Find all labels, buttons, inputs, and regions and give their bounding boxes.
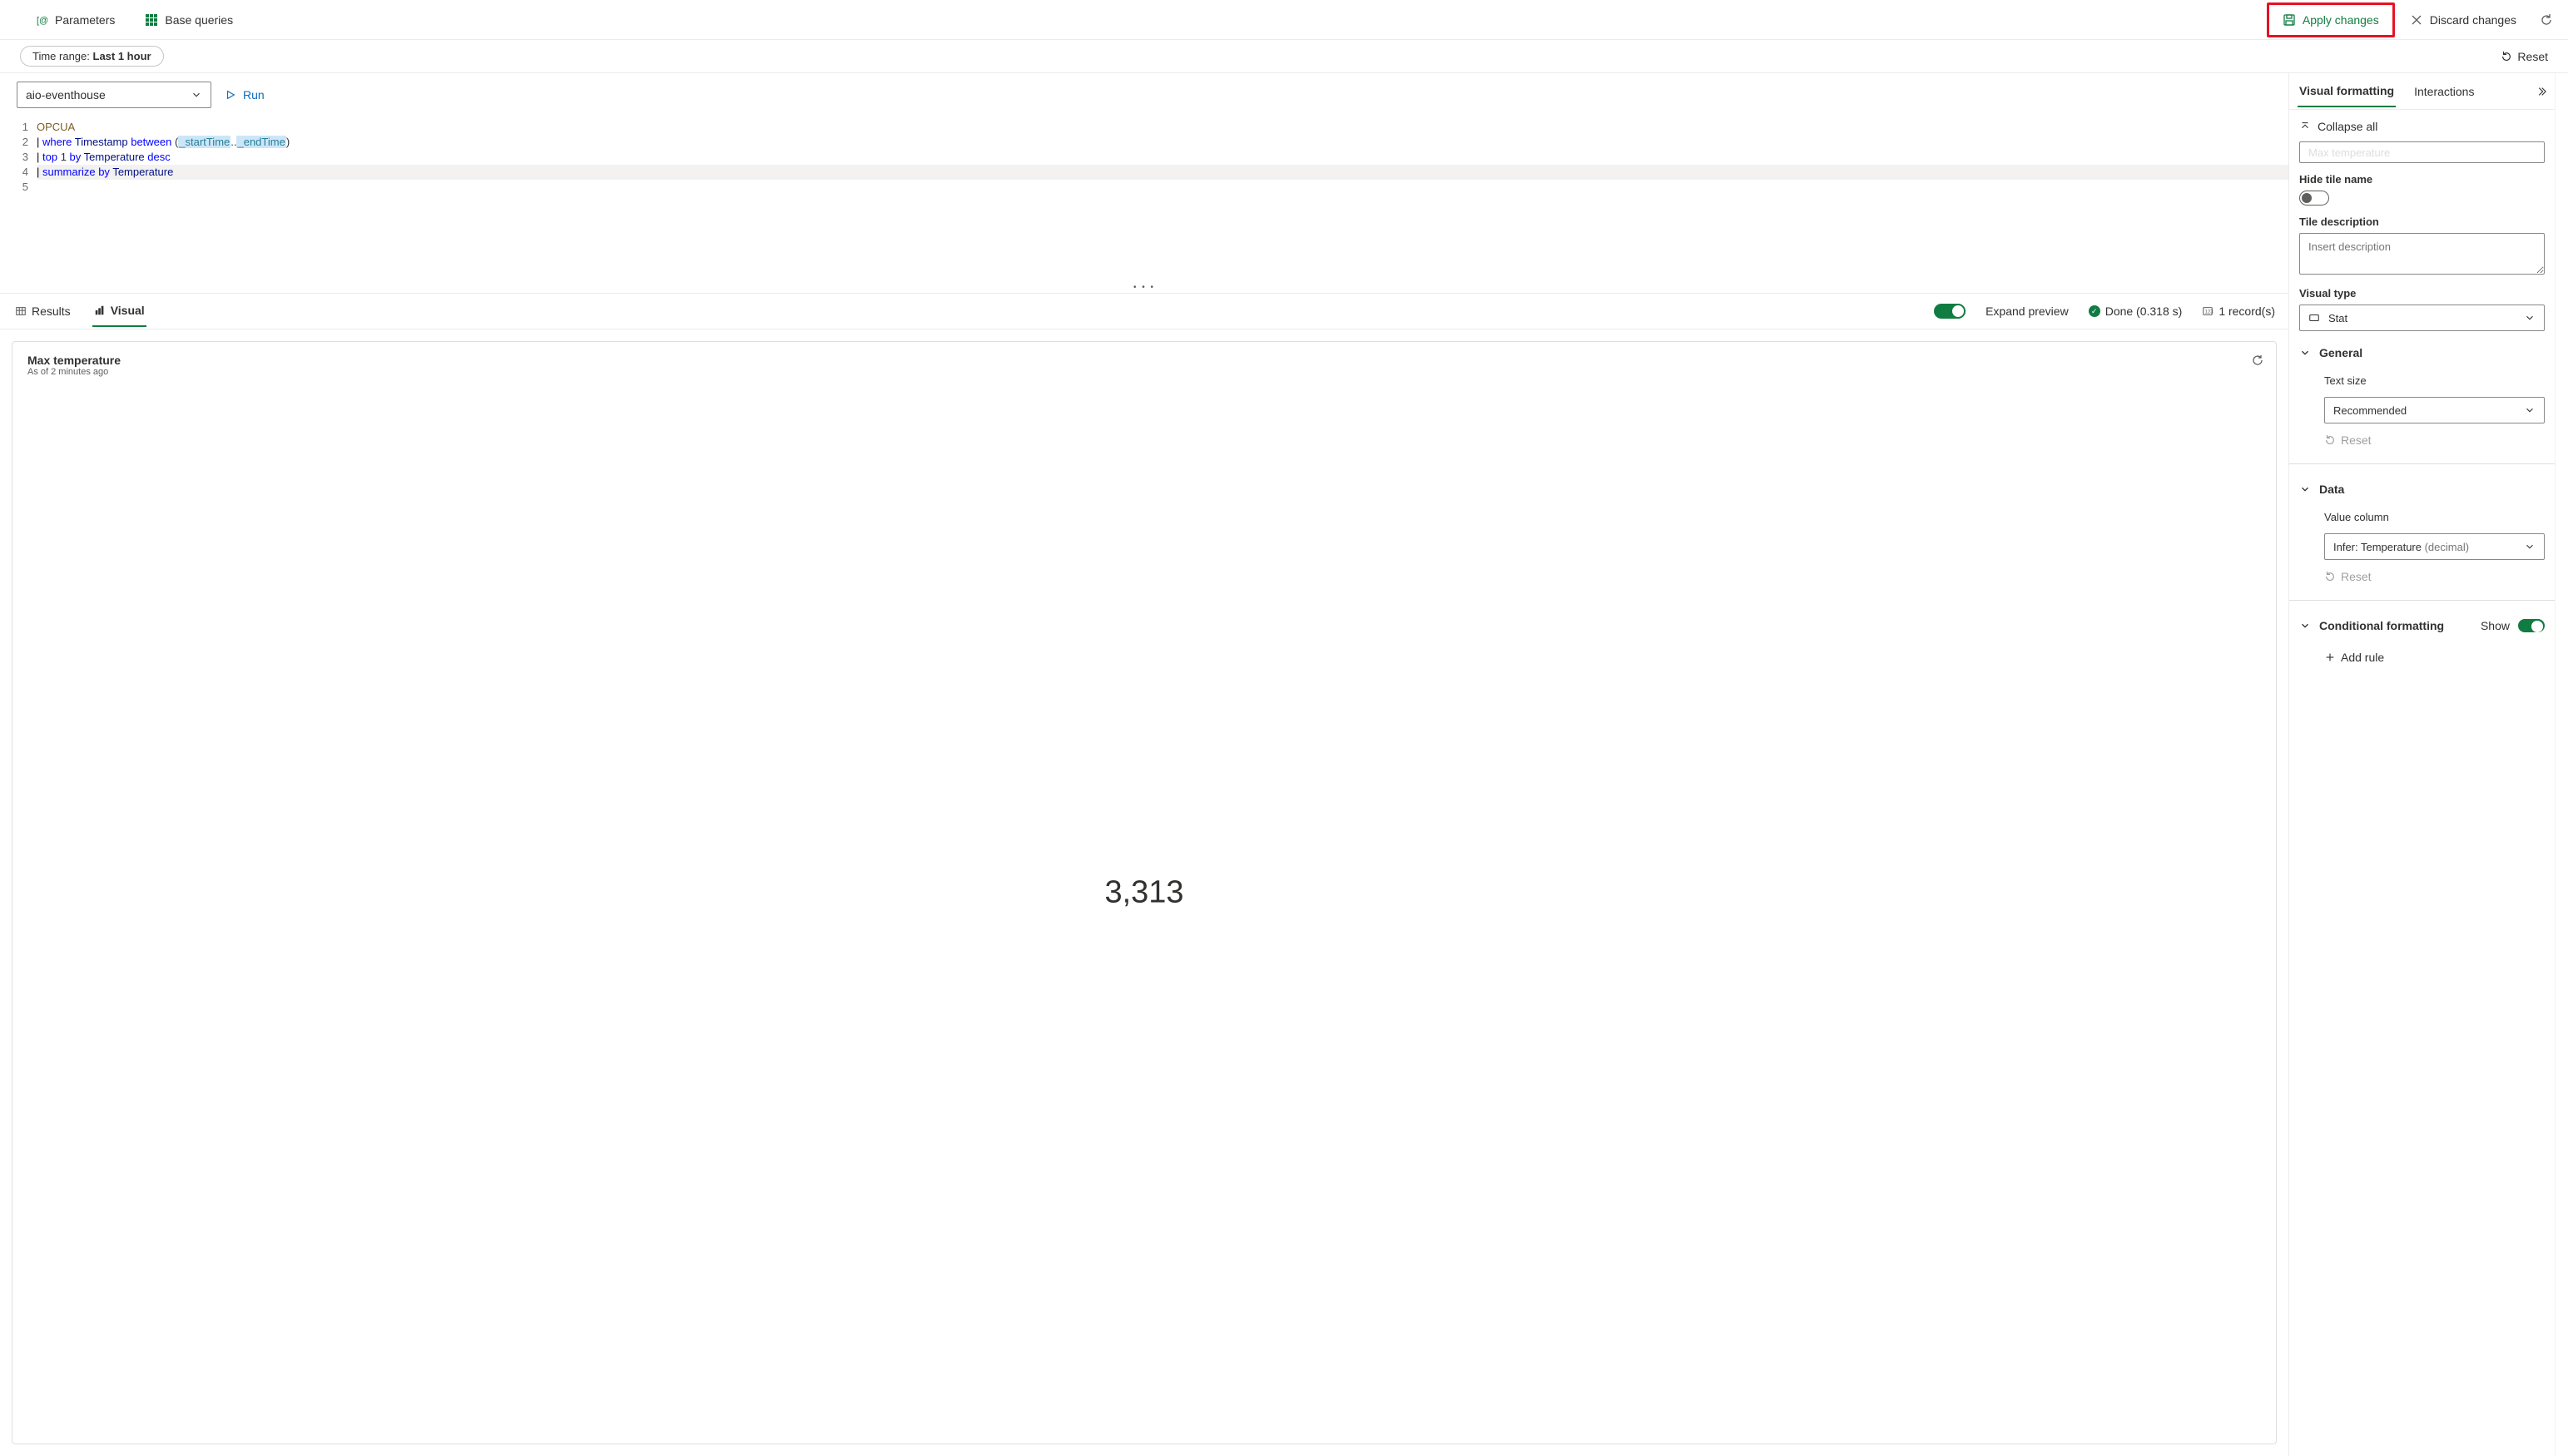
conditional-formatting-label: Conditional formatting xyxy=(2319,619,2444,632)
text-size-label: Text size xyxy=(2324,374,2545,387)
parameters-label: Parameters xyxy=(55,13,115,27)
run-button[interactable]: Run xyxy=(225,88,265,102)
results-tab-label: Results xyxy=(32,305,71,318)
visual-type-value: Stat xyxy=(2328,312,2347,324)
discard-changes-button[interactable]: Discard changes xyxy=(2402,7,2525,33)
parameters-button[interactable]: [@] Parameters xyxy=(27,7,123,33)
stat-tile: Max temperature As of 2 minutes ago 3,31… xyxy=(12,341,2277,1444)
apply-changes-label: Apply changes xyxy=(2303,13,2379,27)
records-icon: 123 xyxy=(2202,305,2214,317)
tile-subtitle: As of 2 minutes ago xyxy=(27,367,2261,377)
visual-type-select[interactable]: Stat xyxy=(2299,305,2545,331)
data-section-header[interactable]: Data xyxy=(2299,478,2545,501)
tile-description-label: Tile description xyxy=(2299,215,2545,228)
add-rule-label: Add rule xyxy=(2341,651,2384,664)
data-label: Data xyxy=(2319,483,2344,496)
formatting-panel: Visual formatting Interactions Collapse … xyxy=(2289,73,2556,1456)
text-size-value: Recommended xyxy=(2333,404,2407,417)
success-icon: ✓ xyxy=(2089,305,2100,317)
reset-button[interactable]: Reset xyxy=(2501,50,2548,63)
visual-tab-label: Visual xyxy=(111,304,145,317)
value-column-value: Infer: Temperature xyxy=(2333,541,2425,553)
chevron-down-icon xyxy=(2299,483,2311,495)
preview-area: Max temperature As of 2 minutes ago 3,31… xyxy=(0,329,2288,1456)
code-content[interactable]: OPCUA | where Timestamp between (_startT… xyxy=(37,120,2288,283)
collapse-all-button[interactable]: Collapse all xyxy=(2299,116,2545,136)
expand-panel-icon[interactable] xyxy=(2535,86,2546,97)
value-column-select[interactable]: Infer: Temperature (decimal) xyxy=(2324,533,2545,560)
interactions-tab[interactable]: Interactions xyxy=(2412,77,2476,106)
chevron-down-icon xyxy=(2524,541,2536,552)
time-range-prefix: Time range: xyxy=(32,50,93,62)
top-toolbar: [@] Parameters Base queries Apply change… xyxy=(0,0,2568,40)
time-range-value: Last 1 hour xyxy=(93,50,151,62)
general-reset-button[interactable]: Reset xyxy=(2324,430,2545,450)
svg-text:[@]: [@] xyxy=(37,16,48,26)
chevron-down-icon xyxy=(2524,404,2536,416)
chevron-down-icon xyxy=(2299,347,2311,359)
collapse-icon xyxy=(2299,121,2311,132)
refresh-icon xyxy=(2540,13,2553,27)
stat-icon xyxy=(2308,312,2320,324)
general-reset-label: Reset xyxy=(2341,433,2372,447)
general-label: General xyxy=(2319,346,2362,359)
apply-changes-highlight: Apply changes xyxy=(2267,2,2395,37)
expand-preview-toggle[interactable] xyxy=(1934,304,1966,319)
general-section-header[interactable]: General xyxy=(2299,341,2545,364)
tile-description-input[interactable] xyxy=(2299,233,2545,275)
data-reset-label: Reset xyxy=(2341,570,2372,583)
visual-formatting-tab[interactable]: Visual formatting xyxy=(2298,76,2396,107)
time-range-chip[interactable]: Time range: Last 1 hour xyxy=(20,46,164,67)
chart-icon xyxy=(94,305,106,316)
text-size-select[interactable]: Recommended xyxy=(2324,397,2545,423)
run-label: Run xyxy=(243,88,265,102)
grid-icon xyxy=(145,13,158,27)
base-queries-button[interactable]: Base queries xyxy=(136,7,241,33)
hide-tile-toggle[interactable] xyxy=(2299,191,2329,206)
add-rule-button[interactable]: Add rule xyxy=(2324,647,2545,667)
done-status: Done (0.318 s) xyxy=(2105,305,2183,318)
apply-changes-button[interactable]: Apply changes xyxy=(2274,7,2387,33)
chevron-down-icon xyxy=(191,89,202,101)
panel-tabs: Visual formatting Interactions xyxy=(2289,73,2555,110)
splitter-handle[interactable]: • • • xyxy=(0,283,2288,293)
conditional-formatting-header[interactable]: Conditional formatting Show xyxy=(2299,614,2545,637)
parameters-icon: [@] xyxy=(35,13,48,27)
line-gutter: 12345 xyxy=(0,120,37,283)
chevron-down-icon xyxy=(2524,312,2536,324)
reset-label: Reset xyxy=(2517,50,2548,63)
data-reset-button[interactable]: Reset xyxy=(2324,567,2545,587)
result-bar: Results Visual Expand preview ✓ Done (0.… xyxy=(0,293,2288,329)
show-label: Show xyxy=(2481,619,2510,632)
conditional-formatting-toggle[interactable] xyxy=(2518,619,2545,632)
value-column-label: Value column xyxy=(2324,511,2545,523)
query-bar: aio-eventhouse Run xyxy=(0,73,2288,116)
visual-type-label: Visual type xyxy=(2299,287,2545,300)
value-column-type: (decimal) xyxy=(2425,541,2469,553)
tile-name-input-partial[interactable]: Max temperature xyxy=(2299,141,2545,163)
connection-dropdown[interactable]: aio-eventhouse xyxy=(17,82,211,108)
results-tab[interactable]: Results xyxy=(13,296,72,326)
table-icon xyxy=(15,305,27,317)
discard-changes-label: Discard changes xyxy=(2430,13,2516,27)
base-queries-label: Base queries xyxy=(165,13,233,27)
time-range-bar: Time range: Last 1 hour Reset xyxy=(0,40,2568,73)
code-editor[interactable]: 12345 OPCUA | where Timestamp between (_… xyxy=(0,116,2288,283)
undo-icon xyxy=(2501,51,2512,62)
play-icon xyxy=(225,89,236,101)
expand-preview-label: Expand preview xyxy=(1985,305,2069,318)
save-icon xyxy=(2283,13,2296,27)
collapse-all-label: Collapse all xyxy=(2318,120,2377,133)
hide-tile-label: Hide tile name xyxy=(2299,173,2545,186)
close-icon xyxy=(2410,13,2423,27)
svg-text:123: 123 xyxy=(2205,310,2214,315)
records-count: 1 record(s) xyxy=(2218,305,2275,318)
tile-refresh-button[interactable] xyxy=(2251,354,2264,367)
tile-title: Max temperature xyxy=(27,354,2261,367)
refresh-button[interactable] xyxy=(2531,7,2561,33)
connection-value: aio-eventhouse xyxy=(26,88,106,102)
visual-tab[interactable]: Visual xyxy=(92,295,146,327)
chevron-down-icon xyxy=(2299,620,2311,631)
stat-value: 3,313 xyxy=(1104,875,1183,911)
